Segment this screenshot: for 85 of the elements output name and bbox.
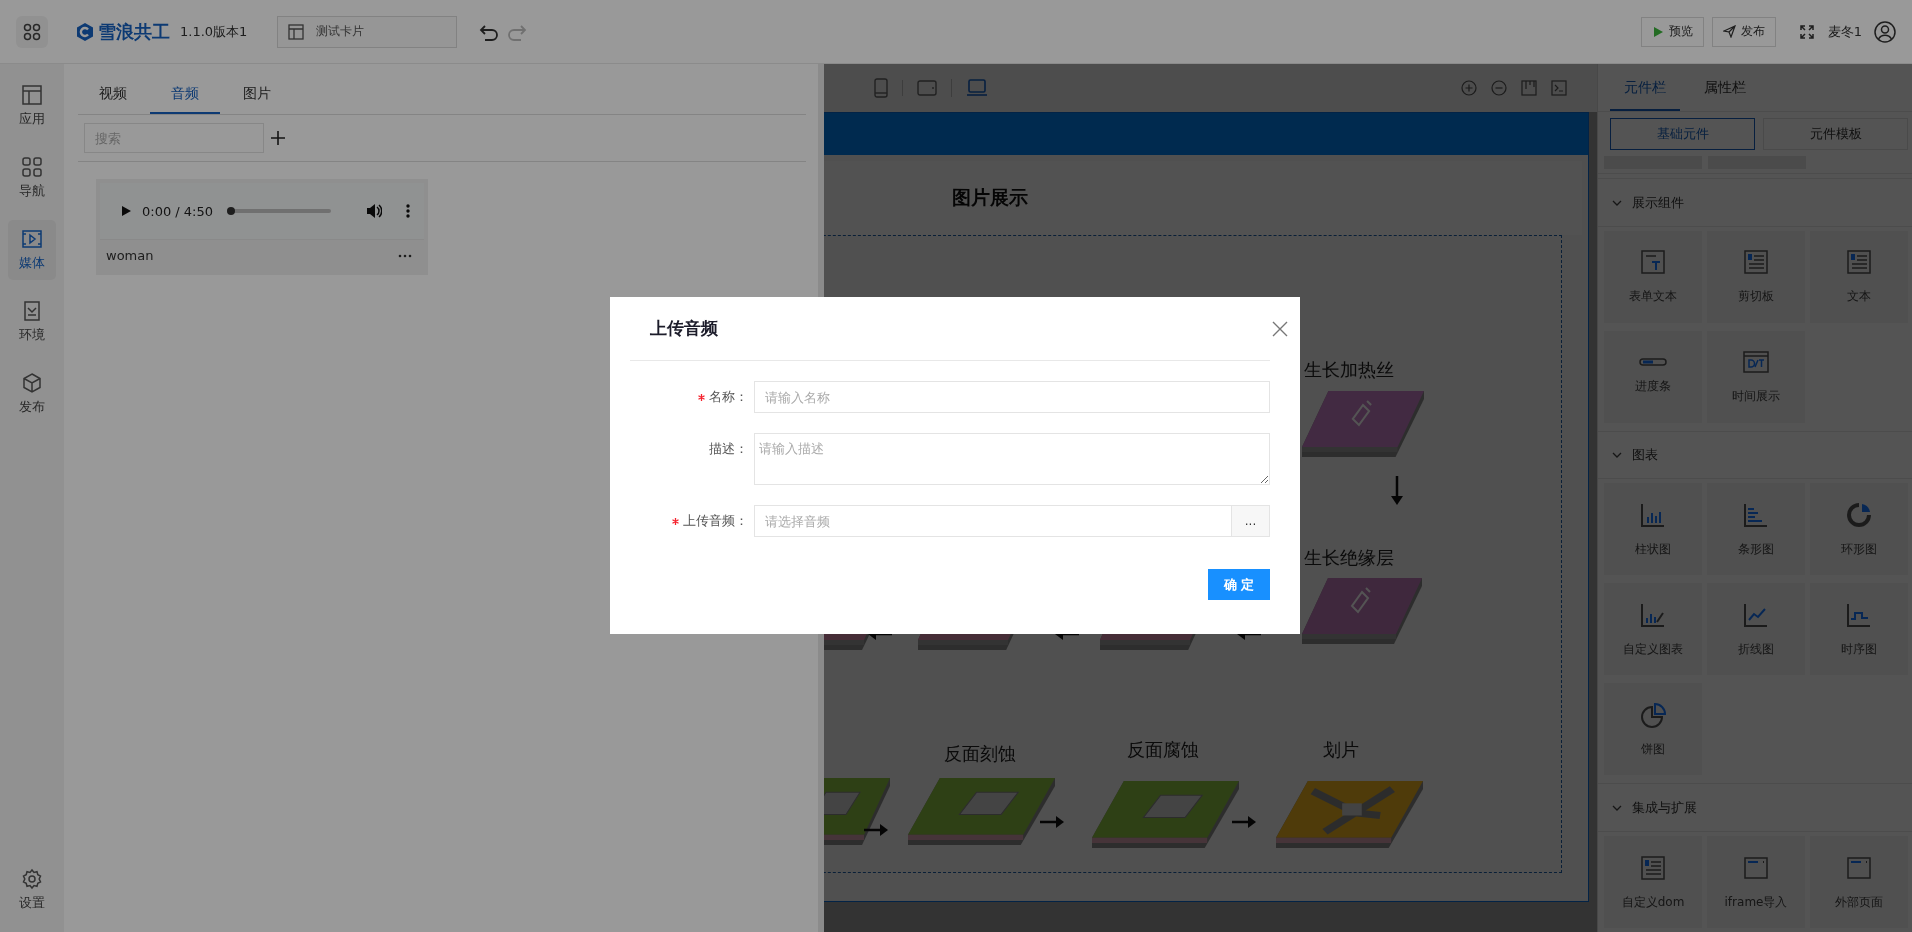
sidebar-item[interactable]: 应用: [8, 76, 56, 136]
panel-tab[interactable]: 属性栏: [1690, 68, 1760, 111]
media-tab[interactable]: 视频: [78, 76, 148, 114]
avatar-icon[interactable]: [1874, 20, 1896, 43]
browse-button[interactable]: ...: [1232, 505, 1270, 537]
terminal-icon[interactable]: [1551, 80, 1567, 96]
zoom-out-icon[interactable]: [1491, 80, 1507, 96]
section-header[interactable]: 集成与扩展: [1598, 783, 1912, 832]
settings-icon: [21, 868, 43, 890]
panel-tab[interactable]: 元件栏: [1610, 68, 1680, 111]
arrow-drawing: [864, 824, 888, 836]
time-display: 0:00 / 4:50: [142, 203, 214, 219]
mode-toggle[interactable]: 元件模板: [1763, 117, 1908, 150]
arrow-drawing: [1040, 816, 1064, 828]
version-label: 1.1.0版本1: [180, 22, 248, 41]
audio-name: woman: [106, 248, 154, 263]
close-icon: [1272, 320, 1288, 337]
ring-chart-icon: [1845, 500, 1873, 529]
progress-bar-icon: [1639, 358, 1667, 367]
layout-icon: [21, 84, 43, 106]
cube-icon: [21, 372, 43, 394]
step-label: 反面刻蚀: [944, 743, 1016, 766]
dialog-title: 上传音频: [650, 317, 718, 340]
media-tab[interactable]: 图片: [222, 76, 292, 114]
section-title: 集成与扩展: [1632, 798, 1697, 817]
component-tile[interactable]: 柱状图: [1604, 483, 1702, 576]
volume-icon[interactable]: [366, 203, 382, 219]
field-label: 上传音频：: [683, 512, 748, 530]
arrow-drawing: [1232, 816, 1256, 828]
add-icon[interactable]: [270, 130, 286, 146]
media-tab[interactable]: 音频: [150, 76, 220, 114]
sidebar-item[interactable]: 媒体: [8, 220, 56, 280]
play-icon[interactable]: [120, 205, 132, 217]
mode-toggle[interactable]: 基础元件: [1610, 117, 1755, 150]
arrow-drawing: [1389, 476, 1405, 505]
logo-icon: [76, 21, 94, 42]
field-label: 名称：: [709, 388, 748, 406]
settings-item[interactable]: 设置: [8, 860, 56, 920]
apps-button[interactable]: [16, 15, 48, 48]
sidebar-item[interactable]: 环境: [8, 292, 56, 352]
document-icon: [1845, 248, 1873, 277]
preview-button[interactable]: 预览: [1640, 16, 1704, 47]
brand-name: 雪浪共工: [98, 19, 170, 44]
more-vertical-icon[interactable]: [406, 204, 410, 218]
download-icon: [21, 300, 43, 322]
component-tile[interactable]: 自定义dom: [1604, 836, 1702, 928]
page-title: 图片展示: [952, 185, 1028, 210]
card-select[interactable]: 测试卡片: [277, 15, 458, 48]
text-field-icon: [1639, 248, 1667, 277]
component-tile[interactable]: 自定义图表: [1604, 583, 1702, 676]
close-button[interactable]: [1272, 320, 1288, 337]
component-tile[interactable]: 文本: [1810, 230, 1908, 323]
section-header[interactable]: 图表: [1598, 430, 1912, 480]
step-label: 生长绝缘层: [1304, 547, 1394, 570]
play-frame-icon: [21, 228, 43, 250]
more-icon[interactable]: [398, 253, 412, 258]
section-title: 图表: [1632, 446, 1658, 465]
section-title: 展示组件: [1632, 193, 1684, 212]
document-icon: [1639, 853, 1667, 882]
send-icon: [1722, 25, 1736, 38]
sidebar-item[interactable]: 导航: [8, 148, 56, 208]
step-label: 反面腐蚀: [1127, 739, 1199, 762]
file-field[interactable]: 请选择音频: [754, 505, 1232, 537]
name-field[interactable]: 请输入名称: [754, 381, 1270, 413]
description-field[interactable]: 请输入描述: [754, 433, 1270, 485]
field-label: 描述：: [709, 440, 748, 458]
publish-button[interactable]: 发布: [1711, 16, 1776, 47]
document-icon: [1742, 248, 1770, 277]
play-icon: [1651, 25, 1664, 38]
component-tile[interactable]: 剪切板: [1707, 230, 1805, 323]
apps-icon: [23, 22, 41, 41]
pie-chart-icon: [1639, 700, 1667, 729]
step-label: 划片: [1323, 739, 1359, 762]
component-tile[interactable]: 时序图: [1810, 583, 1908, 676]
step-label: 生长加热丝: [1304, 359, 1394, 382]
undo-icon[interactable]: [479, 22, 500, 41]
section-header[interactable]: 展示组件: [1598, 178, 1912, 227]
layout-icon: [288, 23, 305, 40]
fullscreen-icon[interactable]: [1799, 24, 1814, 39]
confirm-button[interactable]: 确 定: [1208, 569, 1270, 600]
zoom-in-icon[interactable]: [1461, 80, 1477, 96]
user-name[interactable]: 麦冬1: [1827, 22, 1862, 41]
seek-bar[interactable]: [227, 209, 332, 213]
sidebar-item[interactable]: 发布: [8, 364, 56, 424]
grid-icon: [21, 156, 43, 178]
